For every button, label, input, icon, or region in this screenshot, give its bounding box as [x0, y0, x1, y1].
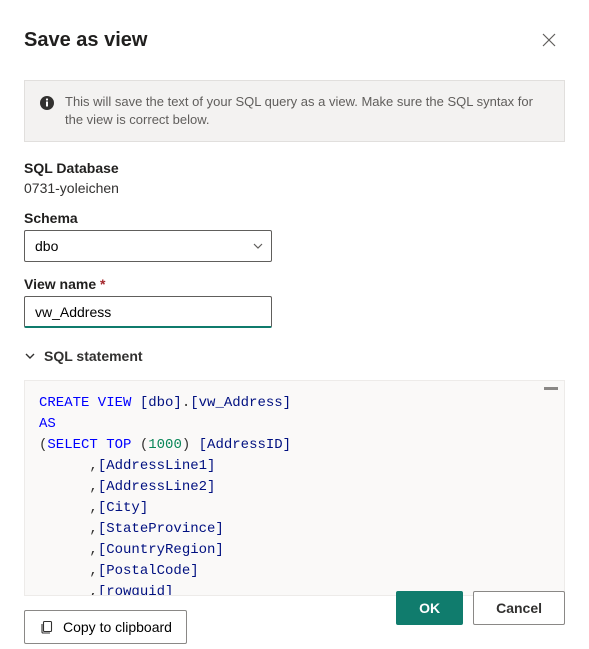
- schema-select[interactable]: dbo: [24, 230, 272, 262]
- schema-label: Schema: [24, 210, 565, 226]
- viewname-field: View name *: [24, 276, 565, 328]
- ok-button[interactable]: OK: [396, 591, 463, 625]
- info-icon: [39, 95, 55, 111]
- required-marker: *: [100, 276, 105, 292]
- database-label: SQL Database: [24, 160, 565, 176]
- cancel-button[interactable]: Cancel: [473, 591, 565, 625]
- copy-button-label: Copy to clipboard: [63, 619, 172, 635]
- close-button[interactable]: [533, 24, 565, 56]
- dialog-title: Save as view: [24, 29, 147, 52]
- viewname-label-text: View name: [24, 276, 96, 292]
- sql-code-block[interactable]: CREATE VIEW [dbo].[vw_Address] AS (SELEC…: [24, 380, 565, 596]
- sql-statement-toggle[interactable]: SQL statement: [24, 348, 565, 364]
- close-icon: [541, 32, 557, 48]
- dialog-footer: OK Cancel: [396, 591, 565, 625]
- database-field: SQL Database 0731-yoleichen: [24, 160, 565, 196]
- database-value: 0731-yoleichen: [24, 180, 565, 196]
- chevron-down-icon: [24, 350, 36, 362]
- schema-select-wrap: dbo: [24, 230, 272, 262]
- copy-icon: [39, 619, 55, 635]
- info-text: This will save the text of your SQL quer…: [65, 93, 550, 129]
- viewname-input[interactable]: [24, 296, 272, 328]
- schema-field: Schema dbo: [24, 210, 565, 262]
- code-minimap: [544, 387, 558, 390]
- info-banner: This will save the text of your SQL quer…: [24, 80, 565, 142]
- copy-to-clipboard-button[interactable]: Copy to clipboard: [24, 610, 187, 644]
- sql-statement-label: SQL statement: [44, 348, 143, 364]
- viewname-label: View name *: [24, 276, 565, 292]
- dialog-header: Save as view: [24, 24, 565, 56]
